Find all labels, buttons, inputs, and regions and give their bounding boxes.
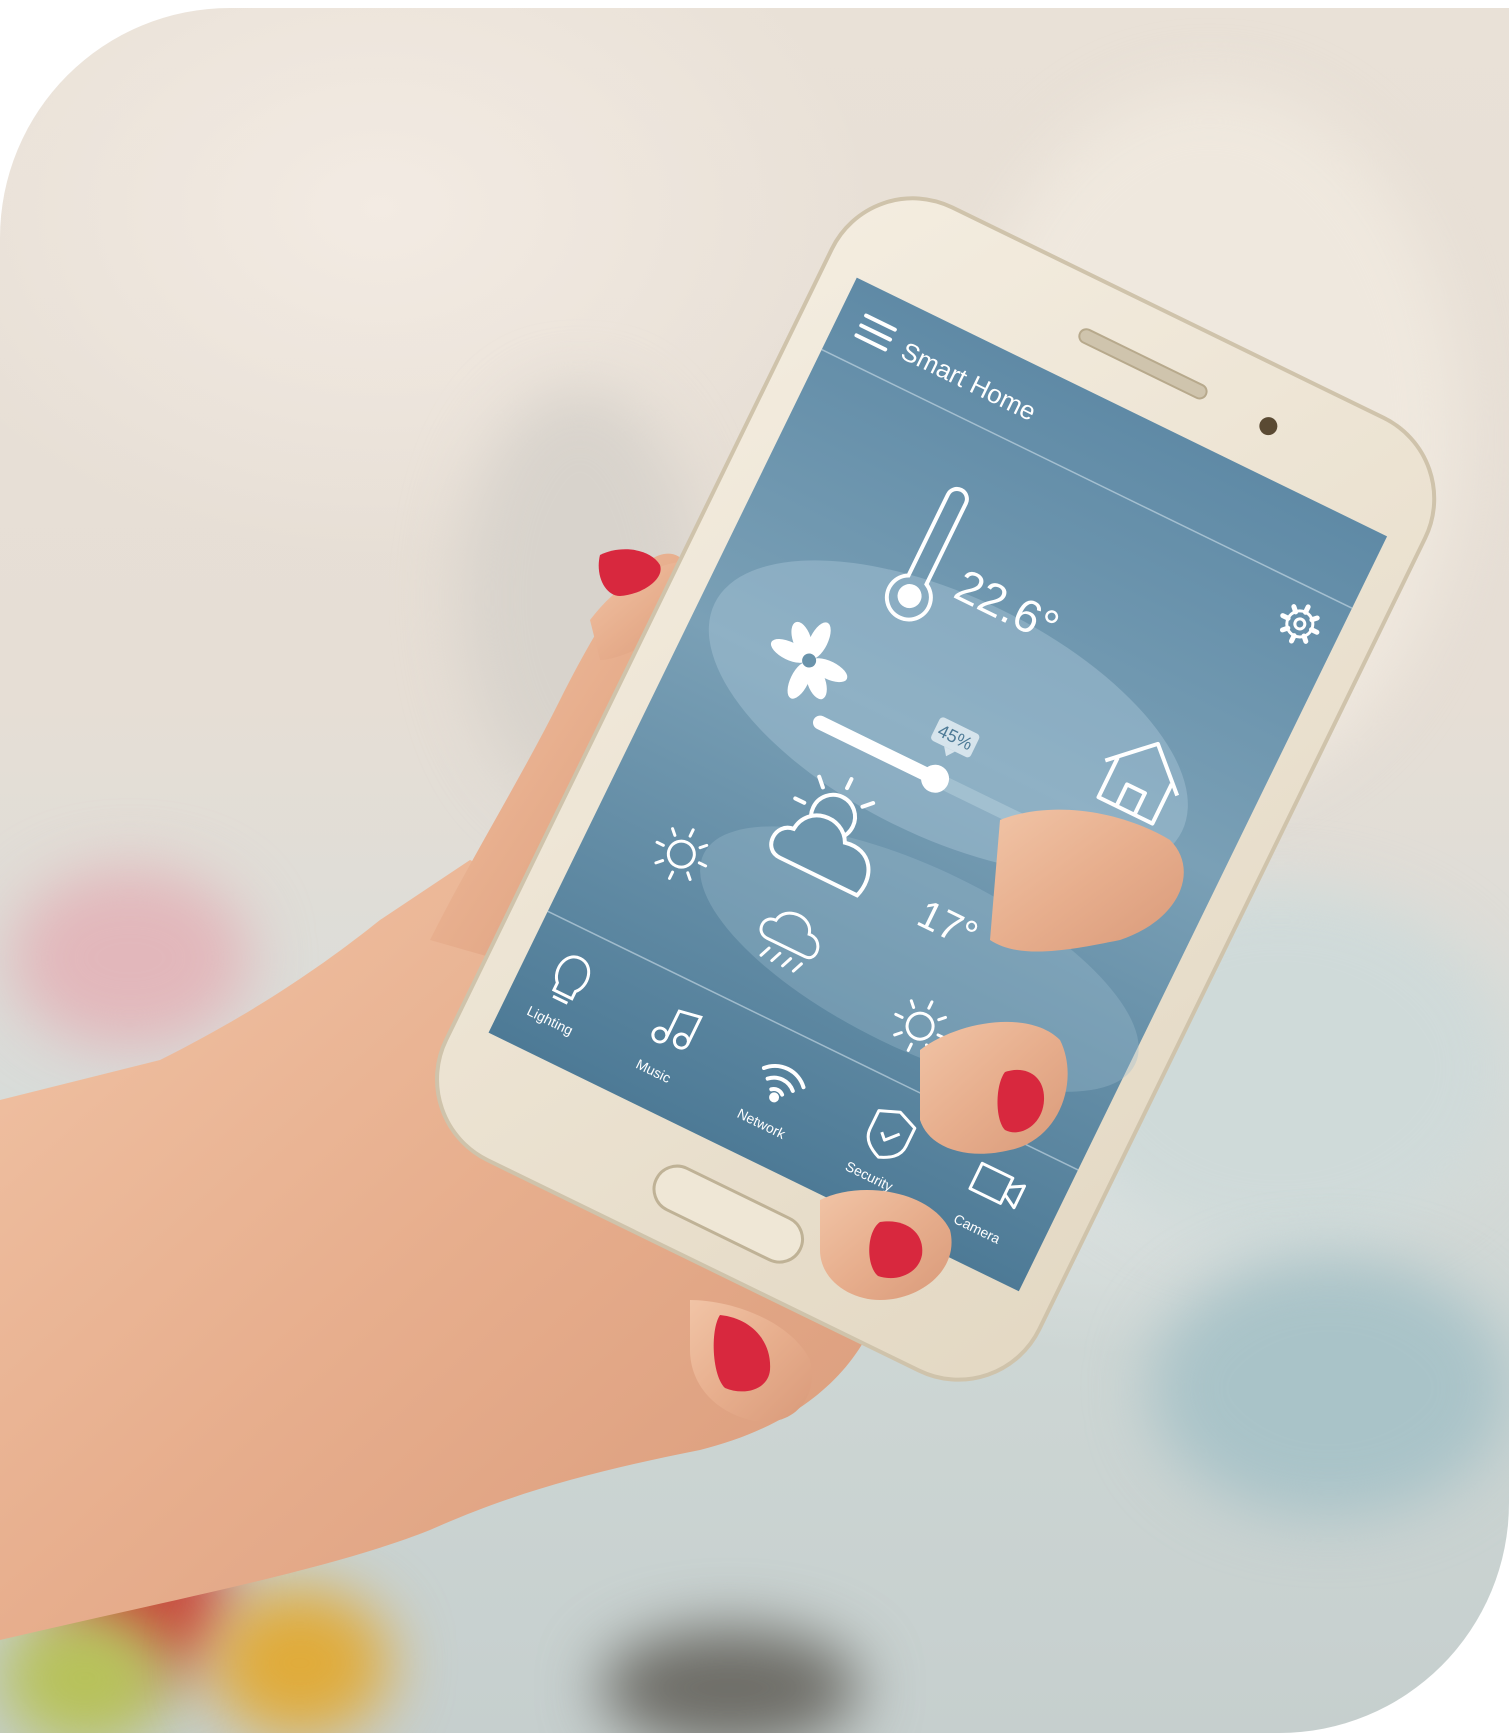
hand-and-phone: Smart Home 22.6° 45% 17° Lighting Music … (0, 196, 1437, 1640)
